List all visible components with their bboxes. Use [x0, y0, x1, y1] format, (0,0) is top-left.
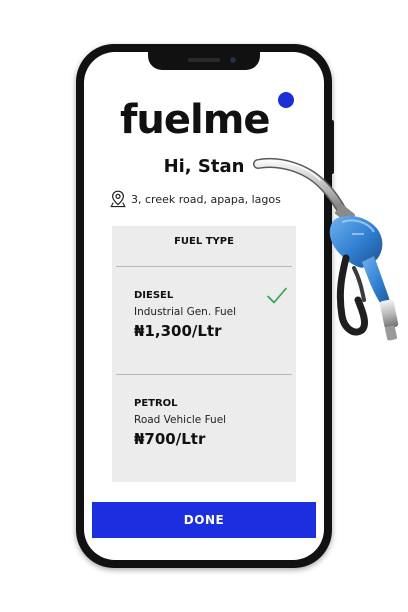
app-logo: fuelme — [120, 97, 271, 143]
fuel-option-petrol[interactable]: PETROL Road Vehicle Fuel ₦700/Ltr — [112, 398, 296, 498]
fuel-description: Road Vehicle Fuel — [134, 414, 227, 426]
app-screenshot: fuelme Hi, Stan 3, creek road, apapa, la… — [0, 0, 408, 612]
fuel-name: DIESEL — [134, 290, 174, 301]
fuel-name: PETROL — [134, 398, 178, 409]
done-button[interactable]: DONE — [92, 502, 316, 538]
fuel-price: ₦700/Ltr — [134, 430, 206, 448]
camera-icon — [230, 57, 236, 63]
phone-notch — [148, 52, 260, 70]
logo-dot-icon — [278, 92, 294, 108]
fuel-price: ₦1,300/Ltr — [134, 322, 222, 340]
speaker-grille — [188, 58, 220, 62]
divider — [116, 374, 292, 375]
fuel-nozzle-icon — [253, 158, 399, 341]
map-pin-icon — [110, 190, 126, 208]
fuel-description: Industrial Gen. Fuel — [134, 306, 237, 318]
